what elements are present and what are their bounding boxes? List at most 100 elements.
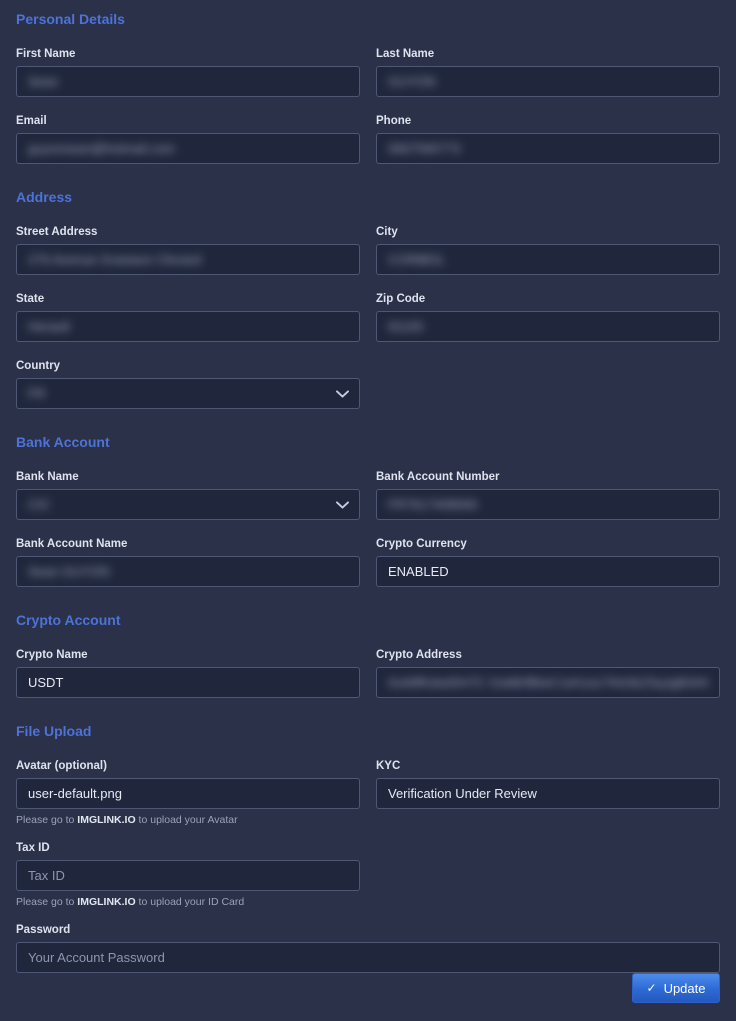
value-country: FR: [28, 379, 45, 408]
helper-tax-id-prefix: Please go to: [16, 896, 77, 908]
label-crypto-name: Crypto Name: [16, 649, 360, 661]
row-bank-acc-name-crypto-currency: Bank Account Name Sean GUYON Crypto Curr…: [16, 538, 720, 587]
field-crypto-address: Crypto Address 0xA8fKdsdSH7C GskBrfBlwC1…: [376, 649, 720, 698]
input-kyc[interactable]: Verification Under Review: [376, 778, 720, 809]
field-last-name: Last Name GUYON: [376, 48, 720, 97]
field-country: Country FR: [16, 360, 360, 409]
update-button[interactable]: ✓ Update: [632, 973, 720, 1003]
input-zip-code[interactable]: 91100: [376, 311, 720, 342]
value-city: CORBEIL: [388, 245, 445, 274]
row-tax-id: Tax ID Tax ID Please go to IMGLINK.IO to…: [16, 842, 720, 908]
field-state: State Herault: [16, 293, 360, 342]
label-zip-code: Zip Code: [376, 293, 720, 305]
input-state[interactable]: Herault: [16, 311, 360, 342]
select-bank-name[interactable]: CIC: [16, 489, 360, 520]
section-heading-bank-account: Bank Account: [16, 435, 720, 449]
field-street-address: Street Address 276 Avenue Grasiaon Cleva…: [16, 226, 360, 275]
helper-avatar-suffix: to upload your Avatar: [136, 814, 238, 826]
check-icon: ✓: [647, 982, 657, 994]
value-bank-name: CIC: [28, 490, 50, 519]
input-crypto-name[interactable]: USDT: [16, 667, 360, 698]
row-avatar-kyc: Avatar (optional) user-default.png Pleas…: [16, 760, 720, 826]
label-password: Password: [16, 924, 720, 936]
section-heading-address: Address: [16, 190, 720, 204]
value-bank-account-number: FR7617408000: [388, 490, 478, 519]
imglink-io-link[interactable]: IMGLINK.IO: [77, 896, 135, 908]
input-crypto-address[interactable]: 0xA8fKdsdSH7C GskBrfBlwC1eh1a17KkSkZSqJg…: [376, 667, 720, 698]
field-first-name: First Name Sean: [16, 48, 360, 97]
label-kyc: KYC: [376, 760, 720, 772]
row-bank-name-number: Bank Name CIC Bank Account Number FR7617…: [16, 471, 720, 520]
field-zip-code: Zip Code 91100: [376, 293, 720, 342]
label-last-name: Last Name: [376, 48, 720, 60]
label-crypto-currency: Crypto Currency: [376, 538, 720, 550]
row-contact: Email guyonsean@hotmail.com Phone 066759…: [16, 115, 720, 164]
helper-avatar-prefix: Please go to: [16, 814, 77, 826]
input-street-address[interactable]: 276 Avenue Grasiaon Clevard: [16, 244, 360, 275]
imglink-io-link[interactable]: IMGLINK.IO: [77, 814, 135, 826]
chevron-down-icon: [336, 501, 349, 509]
field-crypto-currency: Crypto Currency ENABLED: [376, 538, 720, 587]
field-email: Email guyonsean@hotmail.com: [16, 115, 360, 164]
label-tax-id: Tax ID: [16, 842, 360, 854]
helper-avatar: Please go to IMGLINK.IO to upload your A…: [16, 814, 360, 826]
value-street-address: 276 Avenue Grasiaon Clevard: [28, 245, 201, 274]
label-first-name: First Name: [16, 48, 360, 60]
row-crypto: Crypto Name USDT Crypto Address 0xA8fKds…: [16, 649, 720, 698]
helper-tax-id-suffix: to upload your ID Card: [136, 896, 245, 908]
label-phone: Phone: [376, 115, 720, 127]
input-bank-account-name[interactable]: Sean GUYON: [16, 556, 360, 587]
input-last-name[interactable]: GUYON: [376, 66, 720, 97]
value-last-name: GUYON: [388, 67, 436, 96]
field-tax-id: Tax ID Tax ID Please go to IMGLINK.IO to…: [16, 842, 360, 908]
row-password: Password Your Account Password: [16, 924, 720, 973]
field-kyc: KYC Verification Under Review: [376, 760, 720, 826]
row-name: First Name Sean Last Name GUYON: [16, 48, 720, 97]
input-email[interactable]: guyonsean@hotmail.com: [16, 133, 360, 164]
field-bank-account-number: Bank Account Number FR7617408000: [376, 471, 720, 520]
field-phone: Phone 0667590773: [376, 115, 720, 164]
value-email: guyonsean@hotmail.com: [28, 134, 175, 163]
label-street-address: Street Address: [16, 226, 360, 238]
input-password[interactable]: Your Account Password: [16, 942, 720, 973]
value-bank-account-name: Sean GUYON: [28, 557, 110, 586]
input-phone[interactable]: 0667590773: [376, 133, 720, 164]
helper-tax-id: Please go to IMGLINK.IO to upload your I…: [16, 896, 360, 908]
input-avatar[interactable]: user-default.png: [16, 778, 360, 809]
label-bank-account-name: Bank Account Name: [16, 538, 360, 550]
value-first-name: Sean: [28, 67, 58, 96]
value-zip-code: 91100: [388, 312, 423, 341]
section-heading-personal-details: Personal Details: [16, 12, 720, 26]
value-phone: 0667590773: [388, 134, 460, 163]
row-street-city: Street Address 276 Avenue Grasiaon Cleva…: [16, 226, 720, 275]
field-bank-name: Bank Name CIC: [16, 471, 360, 520]
label-bank-name: Bank Name: [16, 471, 360, 483]
input-city[interactable]: CORBEIL: [376, 244, 720, 275]
field-city: City CORBEIL: [376, 226, 720, 275]
row-state-zip: State Herault Zip Code 91100: [16, 293, 720, 342]
label-email: Email: [16, 115, 360, 127]
label-bank-account-number: Bank Account Number: [376, 471, 720, 483]
row-country: Country FR: [16, 360, 720, 409]
profile-settings-form: Personal Details First Name Sean Last Na…: [0, 0, 736, 1021]
input-bank-account-number[interactable]: FR7617408000: [376, 489, 720, 520]
label-crypto-address: Crypto Address: [376, 649, 720, 661]
value-state: Herault: [28, 312, 70, 341]
section-heading-crypto-account: Crypto Account: [16, 613, 720, 627]
value-crypto-address: 0xA8fKdsdSH7C GskBrfBlwC1eh1a17KkSkZSqJg…: [388, 668, 710, 697]
label-avatar: Avatar (optional): [16, 760, 360, 772]
input-first-name[interactable]: Sean: [16, 66, 360, 97]
field-bank-account-name: Bank Account Name Sean GUYON: [16, 538, 360, 587]
field-password: Password Your Account Password: [16, 924, 720, 973]
field-crypto-name: Crypto Name USDT: [16, 649, 360, 698]
select-country[interactable]: FR: [16, 378, 360, 409]
label-city: City: [376, 226, 720, 238]
input-crypto-currency[interactable]: ENABLED: [376, 556, 720, 587]
label-state: State: [16, 293, 360, 305]
label-country: Country: [16, 360, 360, 372]
section-heading-file-upload: File Upload: [16, 724, 720, 738]
field-avatar: Avatar (optional) user-default.png Pleas…: [16, 760, 360, 826]
chevron-down-icon: [336, 390, 349, 398]
input-tax-id[interactable]: Tax ID: [16, 860, 360, 891]
update-button-label: Update: [664, 981, 706, 996]
